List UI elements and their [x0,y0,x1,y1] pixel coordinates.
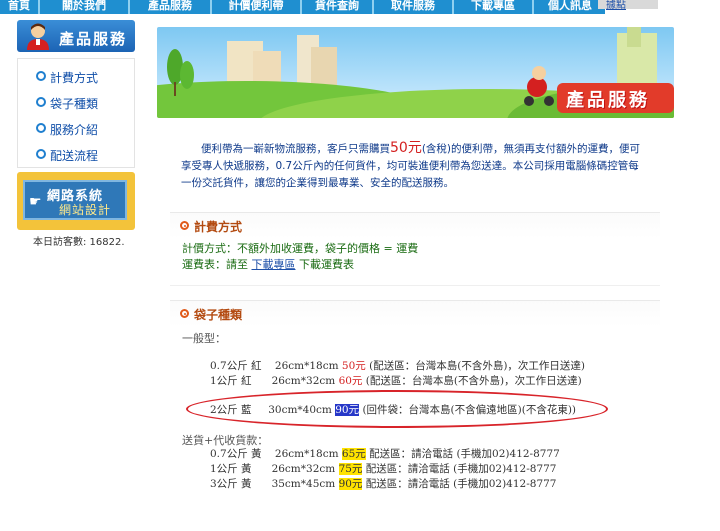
section-header-bags: 袋子種類 [170,300,660,327]
sidebar-item-billing[interactable]: 計費方式 [36,69,98,86]
bag-row: 0.7公斤 紅 26cm*18cm 50元 (配送區：台灣本島(不含外島)，次工… [210,360,586,372]
intro-paragraph: 便利帶為一嶄新物流服務，客戶只需購買50元(含稅)的便利帶，無須再支付額外的運費… [181,140,651,192]
bag-price-yellow: 90元 [338,478,363,490]
web-design-ad[interactable]: ☛ 網路系統 網站設計 [17,172,135,230]
red-annotation-ellipse [186,390,608,428]
nav-tab-pickup[interactable]: 取件服務 [374,0,454,14]
section-header-billing: 計費方式 [170,212,660,239]
nav-location-link[interactable]: 據點 [606,0,626,12]
billing-table-line: 運費表：請至 下載專區 下載運費表 [182,258,354,271]
nav-tab-home[interactable]: 首頁 [0,0,40,14]
intro-price: 50元 [390,140,422,156]
sidebar-item-delivery-flow[interactable]: 配送流程 [36,147,98,164]
nav-tab-pricing[interactable]: 計價便利帶 [212,0,302,14]
nav-tab-tracking[interactable]: 貨件查詢 [302,0,374,14]
general-type-label: 一般型： [182,332,226,345]
sidebar-item-bag-types[interactable]: 袋子種類 [36,95,98,112]
top-nav: 首頁 關於我們 產品服務 計價便利帶 貨件查詢 取件服務 下載專區 個人訊息 據… [0,0,720,14]
nav-tab-products[interactable]: 產品服務 [130,0,212,14]
sidebar-menu: 計費方式 袋子種類 服務介紹 配送流程 [17,58,135,168]
bag-row: 3公斤 黃 35cm*45cm 90元 配送區：請洽電話 (手機加02)412-… [210,478,557,490]
divider [170,285,660,286]
visitor-count: 本日訪客數: 16822. [33,237,125,248]
nav-tab-messages[interactable]: 個人訊息 [534,0,608,14]
bullet-icon [36,71,46,81]
bag-price: 60元 [338,375,363,387]
bag-row: 0.7公斤 黃 26cm*18cm 65元 配送區：請洽電話 (手機加02)41… [210,448,560,460]
billing-method: 計價方式：不額外加收運費，袋子的價格 = 運費 [182,242,419,255]
download-area-link[interactable]: 下載專區 [252,258,296,271]
hero-title: 產品服務 [566,90,650,111]
target-icon [180,309,189,318]
sidebar-header: 產品服務 [17,20,135,52]
sidebar-item-service[interactable]: 服務介紹 [36,121,98,138]
nav-tab-about[interactable]: 關於我們 [40,0,130,14]
intro-line3: 一份交託貨件，讓您的企業得到最專業、安全的配送服務。 [181,177,454,189]
bag-price: 50元 [341,360,366,372]
intro-line1: 便利帶為一嶄新物流服務，客戶只需購買50元(含稅)的便利帶，無須再支付額外的運費… [201,140,641,156]
ad-panel: ☛ 網路系統 網站設計 [23,180,127,220]
intro-line2: 享受專人快遞服務，0.7公斤內的任何貨件，均可裝進便利帶為您送達。本公司採用電腦… [181,160,639,172]
person-icon [27,23,49,50]
bullet-icon [36,123,46,133]
nav-tab-download[interactable]: 下載專區 [454,0,534,14]
bullet-icon [36,97,46,107]
bullet-icon [36,149,46,159]
bag-row: 1公斤 紅 26cm*32cm 60元 (配送區：台灣本島(不含外島)，次工作日… [210,375,582,387]
target-icon [180,221,189,230]
hand-pointer-icon: ☛ [29,194,42,210]
bag-price-yellow: 65元 [341,448,366,460]
sidebar-title: 產品服務 [59,30,128,48]
bag-row: 1公斤 黃 26cm*32cm 75元 配送區：請洽電話 (手機加02)412-… [210,463,557,475]
ad-line2: 網站設計 [59,203,112,217]
bag-price-yellow: 75元 [338,463,363,475]
